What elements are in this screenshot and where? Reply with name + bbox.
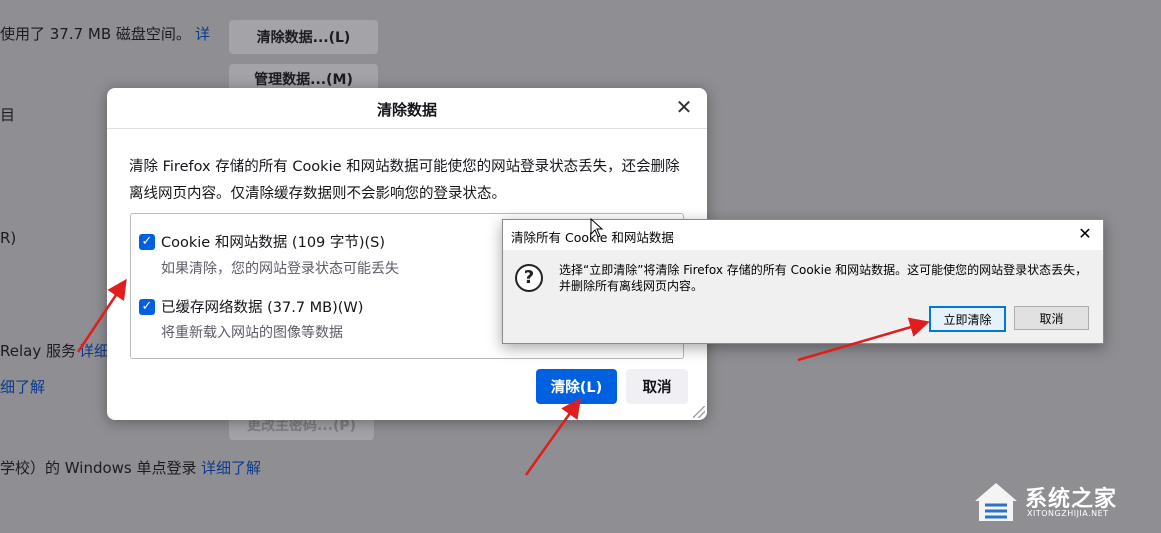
cache-checkbox[interactable]: ✓: [139, 299, 155, 315]
learn-more-link[interactable]: 细了解: [0, 376, 45, 397]
cookies-checkbox[interactable]: ✓: [139, 234, 155, 250]
cache-option-label[interactable]: 已缓存网络数据 (37.7 MB)(W): [161, 296, 363, 317]
text-fragment: 目: [0, 106, 16, 124]
cookies-option-label[interactable]: Cookie 和网站数据 (109 字节)(S): [161, 231, 385, 252]
cache-option-description: 将重新载入网站的图像等数据: [161, 325, 343, 341]
cookies-option-description: 如果清除，您的网站登录状态可能丢失: [161, 261, 399, 277]
windows-sso-text: 学校）的 Windows 单点登录: [0, 459, 197, 477]
mouse-cursor-icon: [590, 218, 604, 238]
clear-button[interactable]: 清除(L): [536, 369, 617, 404]
cancel-button[interactable]: 取消: [626, 369, 688, 404]
close-icon[interactable]: ✕: [673, 96, 695, 118]
relay-learn-more-link[interactable]: 详细: [79, 340, 109, 361]
question-icon: ?: [515, 264, 543, 292]
dialog-description: 清除 Firefox 存储的所有 Cookie 和网站数据可能使您的网站登录状态…: [129, 159, 680, 202]
confirm-dialog-body: ? 选择“立即清除”将清除 Firefox 存储的所有 Cookie 和网站数据…: [503, 250, 1103, 343]
resize-grip-icon[interactable]: [693, 406, 705, 418]
close-icon[interactable]: ✕: [1075, 224, 1095, 244]
dialog-title: 清除数据: [376, 101, 437, 119]
clear-now-button[interactable]: 立即清除: [929, 306, 1006, 332]
storage-usage-text: 使用了 37.7 MB 磁盘空间。: [0, 25, 191, 43]
storage-learn-more-link[interactable]: 详: [195, 23, 210, 44]
confirm-cancel-button[interactable]: 取消: [1014, 306, 1089, 330]
watermark-url: XITONGZHIJIA.NET: [1027, 509, 1109, 518]
dialog-header: 清除数据 ✕: [107, 88, 707, 129]
watermark: 系统之家 XITONGZHIJIA.NET: [973, 479, 1153, 527]
text-fragment: R): [0, 229, 17, 247]
windows-sso-learn-more-link[interactable]: 详细了解: [201, 457, 261, 478]
house-logo-icon: [975, 483, 1017, 521]
clear-data-button[interactable]: 清除数据...(L): [229, 20, 378, 54]
relay-service-text: Relay 服务: [0, 342, 76, 360]
confirm-dialog-message: 选择“立即清除”将清除 Firefox 存储的所有 Cookie 和网站数据。这…: [559, 263, 1088, 293]
